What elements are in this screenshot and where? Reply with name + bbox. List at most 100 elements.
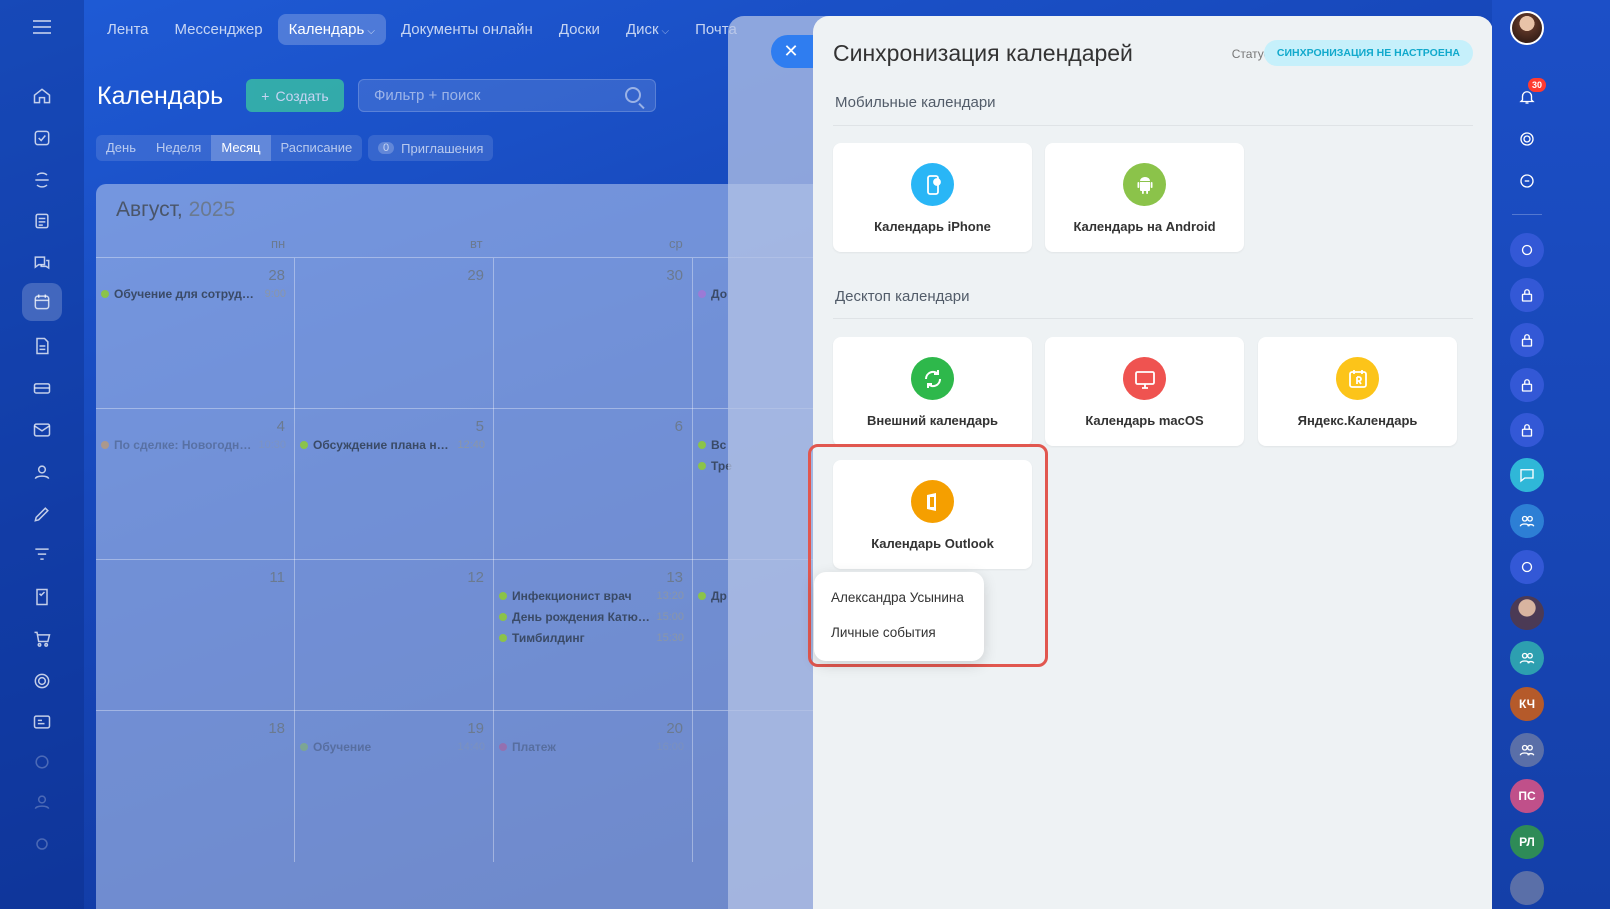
event-name: Обучение для сотрудник…: [114, 287, 260, 301]
day-cell[interactable]: 19 Обучение 14:40: [295, 711, 494, 862]
calendar-event[interactable]: Обучение 14:40: [300, 740, 485, 754]
chat-icon[interactable]: [30, 251, 54, 275]
home-icon[interactable]: [30, 84, 54, 108]
crm-icon[interactable]: [30, 168, 54, 192]
card-iphone-calendar[interactable]: Календарь iPhone: [833, 143, 1032, 252]
contact-avatar[interactable]: [1510, 596, 1544, 630]
group-chat-icon[interactable]: [1510, 733, 1544, 767]
invitations-button[interactable]: 0 Приглашения: [368, 135, 494, 161]
view-tab[interactable]: День: [96, 135, 146, 161]
nav-item[interactable]: Мессенджер: [164, 14, 274, 45]
user-avatar[interactable]: [1510, 11, 1544, 45]
mail-icon[interactable]: [30, 418, 54, 442]
event-color-dot: [499, 634, 507, 642]
funnel-icon[interactable]: [30, 543, 54, 567]
day-cell[interactable]: 4 По сделке: Новогодний … 10:30: [96, 409, 295, 560]
nav-item[interactable]: Доски: [548, 14, 611, 45]
calendar-event[interactable]: Обсуждение плана на п… 12:40: [300, 438, 485, 452]
documents-icon[interactable]: [30, 334, 54, 358]
profile-card-icon[interactable]: [30, 710, 54, 734]
day-cell[interactable]: 28 Обучение для сотрудник… 9:00: [96, 258, 295, 409]
create-button[interactable]: + Создать: [246, 79, 344, 112]
day-cell[interactable]: 18: [96, 711, 295, 862]
day-cell[interactable]: 30: [494, 258, 693, 409]
calendar-event[interactable]: Платеж 16:00: [499, 740, 684, 754]
calendar-event[interactable]: Обучение для сотрудник… 9:00: [101, 287, 286, 301]
copilot-chat-icon[interactable]: [1510, 233, 1544, 267]
view-tab[interactable]: Расписание: [271, 135, 363, 161]
card-label: Календарь на Android: [1073, 219, 1216, 234]
event-name: Обучение: [313, 740, 372, 754]
day-number: 11: [269, 569, 285, 586]
separator: [1512, 214, 1542, 215]
target-icon[interactable]: [30, 669, 54, 693]
day-cell[interactable]: 11: [96, 560, 295, 711]
view-tab[interactable]: Неделя: [146, 135, 211, 161]
week-row: 28 Обучение для сотрудник… 9:00 29 30 До: [96, 257, 836, 409]
card-android-calendar[interactable]: Календарь на Android: [1045, 143, 1244, 252]
popup-item-personal-events[interactable]: Личные события: [831, 625, 936, 640]
event-color-dot: [698, 290, 706, 298]
close-slider-button[interactable]: ✕: [771, 35, 815, 68]
lock-icon[interactable]: [1510, 278, 1544, 312]
day-cell[interactable]: 12: [295, 560, 494, 711]
settings-icon[interactable]: [30, 832, 54, 856]
popup-item-user-calendar[interactable]: Александра Усынина: [831, 590, 964, 605]
open-channel-icon[interactable]: [1510, 458, 1544, 492]
contact-avatar-kc[interactable]: КЧ: [1510, 687, 1544, 721]
calendar-event[interactable]: По сделке: Новогодний … 10:30: [101, 438, 286, 452]
card-external-calendar[interactable]: Внешний календарь: [833, 337, 1032, 446]
automation-icon[interactable]: [30, 750, 54, 774]
calendar-icon[interactable]: [22, 283, 62, 321]
lock-icon[interactable]: [1510, 368, 1544, 402]
calendar-event[interactable]: Тимбилдинг 15:30: [499, 631, 684, 645]
nav-item-label: Мессенджер: [174, 20, 263, 38]
year: 2025: [188, 198, 236, 221]
calendar-event[interactable]: Инфекционист врач 13:20: [499, 589, 684, 603]
invitations-count: 0: [378, 142, 395, 154]
divider: [833, 318, 1473, 319]
day-cell[interactable]: 5 Обсуждение плана на п… 12:40: [295, 409, 494, 560]
team-icon[interactable]: [30, 790, 54, 814]
cart-icon[interactable]: [30, 627, 54, 651]
forms-icon[interactable]: [30, 585, 54, 609]
card-macos-calendar[interactable]: Календарь macOS: [1045, 337, 1244, 446]
month-title: Август, 2025: [116, 198, 235, 222]
group-chat-icon[interactable]: [1510, 641, 1544, 675]
contact-avatar-rl[interactable]: РЛ: [1510, 825, 1544, 859]
menu-icon[interactable]: [33, 20, 51, 34]
card-label: Календарь macOS: [1085, 413, 1204, 428]
copilot-icon[interactable]: [1510, 122, 1544, 156]
contact-avatar-ps[interactable]: ПС: [1510, 779, 1544, 813]
iphone-icon: [911, 163, 954, 206]
group-chat-icon[interactable]: [1510, 871, 1544, 905]
day-number: 4: [276, 418, 285, 435]
tasks-icon[interactable]: [30, 126, 54, 150]
nav-item[interactable]: Документы онлайн: [390, 14, 544, 45]
view-tab[interactable]: Месяц: [211, 135, 271, 161]
month-grid: Август, 2025 пн вт ср 28 Обучение для сотруд…: [96, 184, 836, 909]
copilot-chat-icon[interactable]: [1510, 550, 1544, 584]
nav-item[interactable]: Диск ⌵: [615, 14, 680, 45]
lock-icon[interactable]: [1510, 323, 1544, 357]
day-cell[interactable]: 20 Платеж 16:00: [494, 711, 693, 862]
sign-icon[interactable]: [30, 502, 54, 526]
calendar-event[interactable]: День рождения Катюш… 15:00: [499, 610, 684, 624]
weekday-header: ср: [669, 236, 683, 251]
group-chat-icon[interactable]: [1510, 504, 1544, 538]
day-number: 6: [674, 418, 683, 435]
nav-item[interactable]: Календарь ⌵: [277, 13, 386, 45]
filter-search-input[interactable]: Фильтр + поиск: [358, 79, 656, 112]
drive-icon[interactable]: [30, 376, 54, 400]
chevron-down-icon: ⌵: [661, 25, 670, 37]
day-cell[interactable]: 6: [494, 409, 693, 560]
chat-search-icon[interactable]: [1510, 164, 1544, 198]
lock-icon[interactable]: [1510, 413, 1544, 447]
feed-icon[interactable]: [30, 209, 54, 233]
card-yandex-calendar[interactable]: Яндекс.Календарь: [1258, 337, 1457, 446]
day-cell[interactable]: 13 Инфекционист врач 13:20 День рождения Ка…: [494, 560, 693, 711]
day-cell[interactable]: 29: [295, 258, 494, 409]
nav-item[interactable]: Лента: [96, 14, 160, 45]
plus-icon: +: [261, 87, 270, 104]
contacts-icon[interactable]: [30, 460, 54, 484]
